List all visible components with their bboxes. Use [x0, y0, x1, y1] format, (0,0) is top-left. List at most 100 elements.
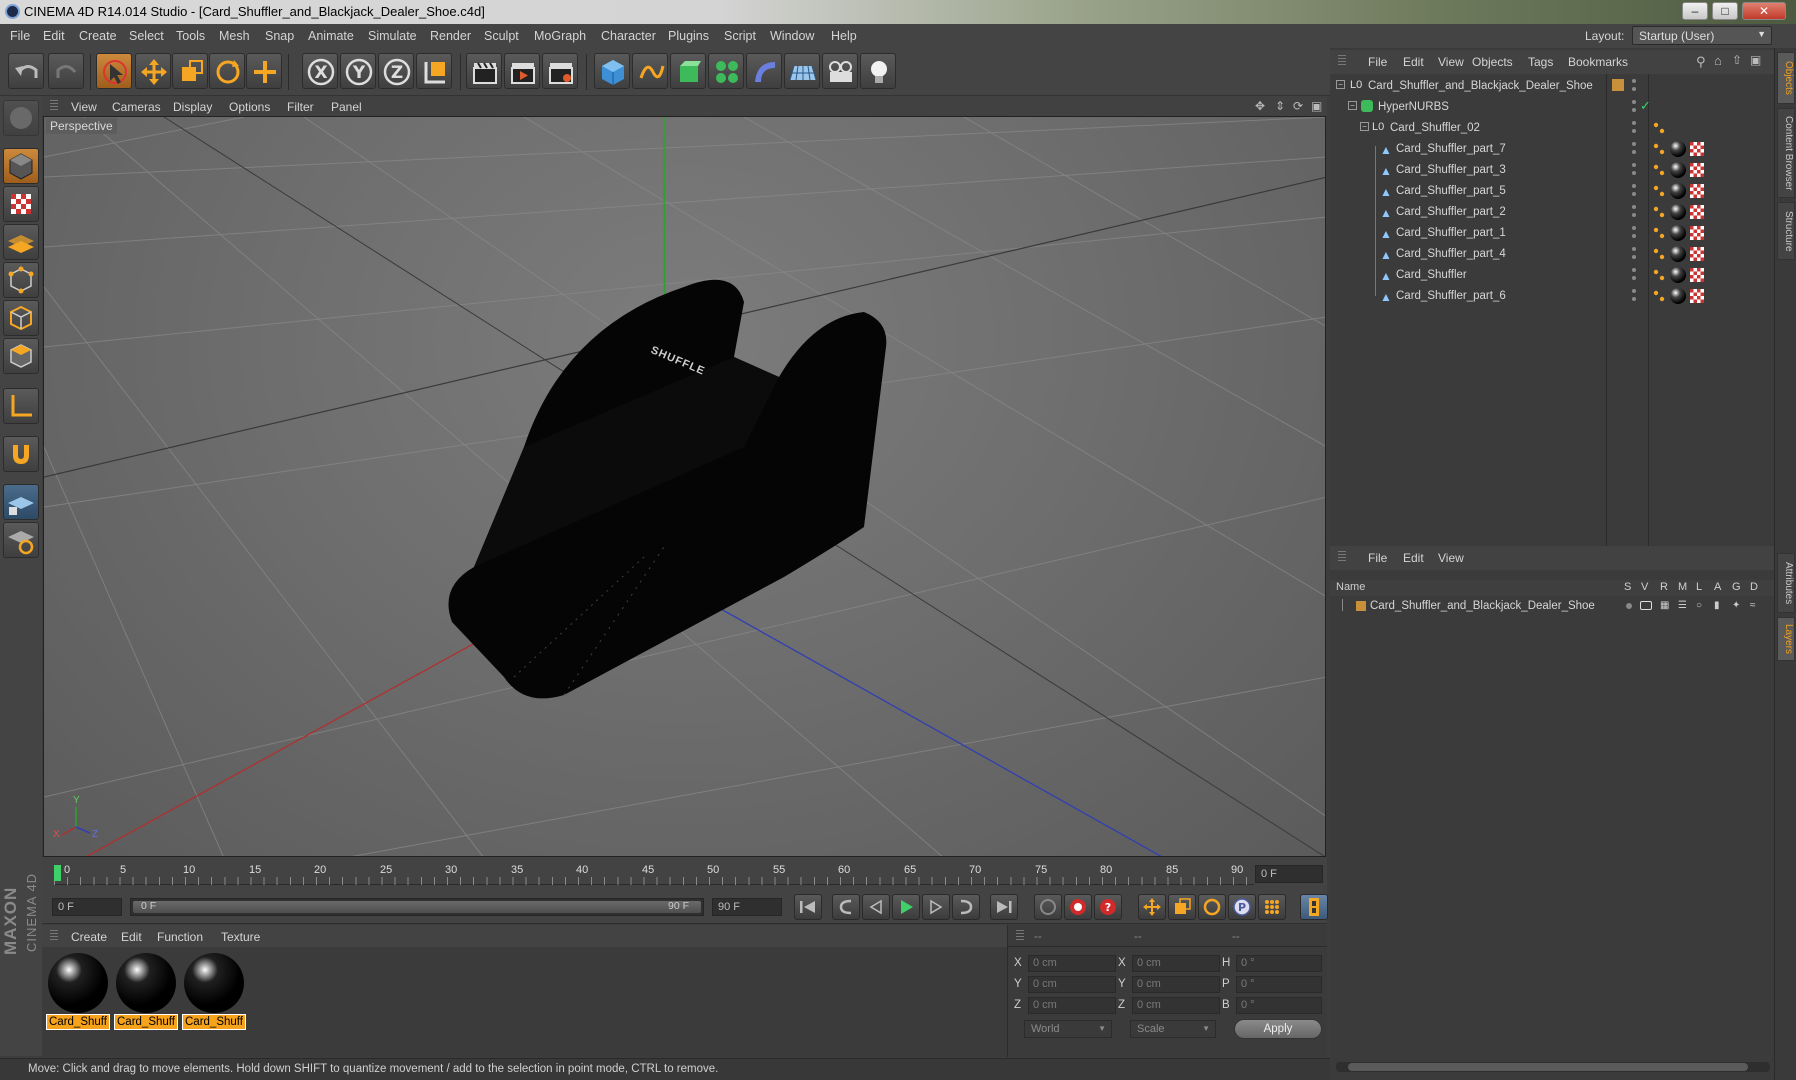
- visibility-render-dot[interactable]: [1632, 150, 1636, 154]
- go-to-start-button[interactable]: [794, 894, 822, 920]
- visibility-editor-dot[interactable]: [1632, 205, 1636, 209]
- manager-tree-icon[interactable]: ☰: [1678, 600, 1687, 611]
- visibility-editor-dot[interactable]: [1632, 142, 1636, 146]
- layer-menu-edit[interactable]: Edit: [1403, 551, 1424, 565]
- tag-phong-icon[interactable]: [1652, 121, 1666, 135]
- tag-phong-icon[interactable]: [1652, 205, 1666, 219]
- tab-attributes[interactable]: Attributes: [1777, 553, 1795, 613]
- visibility-editor-dot[interactable]: [1632, 247, 1636, 251]
- rot-p-field[interactable]: 0 °: [1236, 976, 1322, 993]
- x-axis-lock-button[interactable]: X: [302, 53, 338, 89]
- menu-character[interactable]: Character: [601, 29, 656, 43]
- visibility-editor-dot[interactable]: [1632, 226, 1636, 230]
- render-settings-button[interactable]: [542, 53, 578, 89]
- material-menu-edit[interactable]: Edit: [121, 930, 142, 944]
- make-editable-button[interactable]: [3, 100, 39, 136]
- tag-uvw-icon[interactable]: [1690, 205, 1704, 219]
- minimize-button[interactable]: –: [1682, 2, 1708, 20]
- menu-render[interactable]: Render: [430, 29, 471, 43]
- texture-mode-button[interactable]: [3, 186, 39, 222]
- tag-material-icon[interactable]: [1670, 225, 1686, 241]
- object-menu-objects[interactable]: Objects: [1472, 55, 1513, 69]
- material-swatch[interactable]: Card_Shuff: [46, 951, 110, 1031]
- tree-row-part[interactable]: ▲ Card_Shuffler_part_2: [1330, 202, 1774, 223]
- viewport-rotate-icon[interactable]: ⟳: [1293, 99, 1303, 113]
- start-frame-field[interactable]: 0 F: [52, 898, 122, 916]
- scroll-up-icon[interactable]: ⇧: [1732, 53, 1742, 67]
- visibility-editor-dot[interactable]: [1632, 289, 1636, 293]
- next-key-button[interactable]: [952, 894, 980, 920]
- deformer-icon[interactable]: ≈: [1750, 600, 1756, 611]
- size-y-field[interactable]: 0 cm: [1132, 976, 1220, 993]
- tag-phong-icon[interactable]: [1652, 184, 1666, 198]
- points-mode-button[interactable]: [3, 262, 39, 298]
- enabled-check-icon[interactable]: ✓: [1640, 98, 1651, 114]
- object-menu-edit[interactable]: Edit: [1403, 55, 1424, 69]
- eye-icon[interactable]: [1640, 601, 1652, 610]
- layout-dropdown[interactable]: Startup (User) ▼: [1632, 26, 1772, 45]
- material-swatch[interactable]: Card_Shuff: [182, 951, 246, 1031]
- layer-col-render[interactable]: R: [1660, 581, 1668, 593]
- tag-uvw-icon[interactable]: [1690, 184, 1704, 198]
- visibility-editor-dot[interactable]: [1632, 100, 1636, 104]
- play-button[interactable]: [892, 894, 920, 920]
- rot-h-field[interactable]: 0 °: [1236, 955, 1322, 972]
- add-deformer-button[interactable]: [746, 53, 782, 89]
- rot-b-field[interactable]: 0 °: [1236, 997, 1322, 1014]
- tag-material-icon[interactable]: [1670, 288, 1686, 304]
- visibility-editor-dot[interactable]: [1632, 79, 1636, 83]
- visibility-editor-dot[interactable]: [1632, 184, 1636, 188]
- visibility-render-dot[interactable]: [1632, 234, 1636, 238]
- add-nurbs-button[interactable]: [670, 53, 706, 89]
- workplane-mode-button[interactable]: [3, 224, 39, 260]
- material-menu-texture[interactable]: Texture: [221, 930, 260, 944]
- menu-window[interactable]: Window: [770, 29, 814, 43]
- snap-button[interactable]: [3, 436, 39, 472]
- pos-y-field[interactable]: 0 cm: [1028, 976, 1116, 993]
- y-axis-lock-button[interactable]: Y: [340, 53, 376, 89]
- viewport-zoom-icon[interactable]: ⇕: [1275, 99, 1285, 113]
- tag-material-icon[interactable]: [1670, 141, 1686, 157]
- object-menu-view[interactable]: View: [1438, 55, 1464, 69]
- render-to-picture-viewer-button[interactable]: [504, 53, 540, 89]
- visibility-render-dot[interactable]: [1632, 171, 1636, 175]
- tag-phong-icon[interactable]: [1652, 247, 1666, 261]
- tree-row-root[interactable]: − L0 Card_Shuffler_and_Blackjack_Dealer_…: [1330, 76, 1774, 97]
- go-to-end-button[interactable]: [990, 894, 1018, 920]
- timeline-view-button[interactable]: [1300, 894, 1328, 920]
- size-z-field[interactable]: 0 cm: [1132, 997, 1220, 1014]
- visibility-render-dot[interactable]: [1632, 213, 1636, 217]
- menu-plugins[interactable]: Plugins: [668, 29, 709, 43]
- tag-uvw-icon[interactable]: [1690, 226, 1704, 240]
- tag-uvw-icon[interactable]: [1690, 163, 1704, 177]
- layer-col-view[interactable]: V: [1641, 581, 1648, 593]
- tree-row-hypernurbs[interactable]: − HyperNURBS ✓: [1330, 97, 1774, 118]
- viewport-pan-icon[interactable]: ✥: [1255, 99, 1265, 113]
- add-spline-button[interactable]: [632, 53, 668, 89]
- scale-tool-button[interactable]: [172, 53, 208, 89]
- record-active-objects-button[interactable]: [1034, 894, 1062, 920]
- menu-sculpt[interactable]: Sculpt: [484, 29, 519, 43]
- add-tool-button[interactable]: [246, 53, 282, 89]
- menu-help[interactable]: Help: [831, 29, 857, 43]
- lock-icon[interactable]: ○: [1696, 600, 1702, 611]
- visibility-editor-dot[interactable]: [1632, 121, 1636, 125]
- menu-tools[interactable]: Tools: [176, 29, 205, 43]
- search-icon[interactable]: ⚲: [1696, 54, 1706, 70]
- visibility-render-dot[interactable]: [1632, 276, 1636, 280]
- tag-phong-icon[interactable]: [1652, 163, 1666, 177]
- object-menu-tags[interactable]: Tags: [1528, 55, 1553, 69]
- tag-material-icon[interactable]: [1670, 267, 1686, 283]
- pos-x-field[interactable]: 0 cm: [1028, 955, 1116, 972]
- visibility-render-dot[interactable]: [1632, 297, 1636, 301]
- new-view-icon[interactable]: ▣: [1750, 53, 1761, 67]
- menu-snap[interactable]: Snap: [265, 29, 294, 43]
- perspective-viewport[interactable]: Perspective SHUFFLE Y X Z: [43, 116, 1326, 857]
- visibility-render-dot[interactable]: [1632, 108, 1636, 112]
- viewport-menu-filter[interactable]: Filter: [287, 100, 314, 114]
- collapse-toggle-icon[interactable]: −: [1348, 101, 1357, 110]
- key-scale-button[interactable]: [1168, 894, 1196, 920]
- layer-col-deformers[interactable]: D: [1750, 581, 1758, 593]
- add-floor-button[interactable]: [784, 53, 820, 89]
- layer-col-generators[interactable]: G: [1732, 581, 1741, 593]
